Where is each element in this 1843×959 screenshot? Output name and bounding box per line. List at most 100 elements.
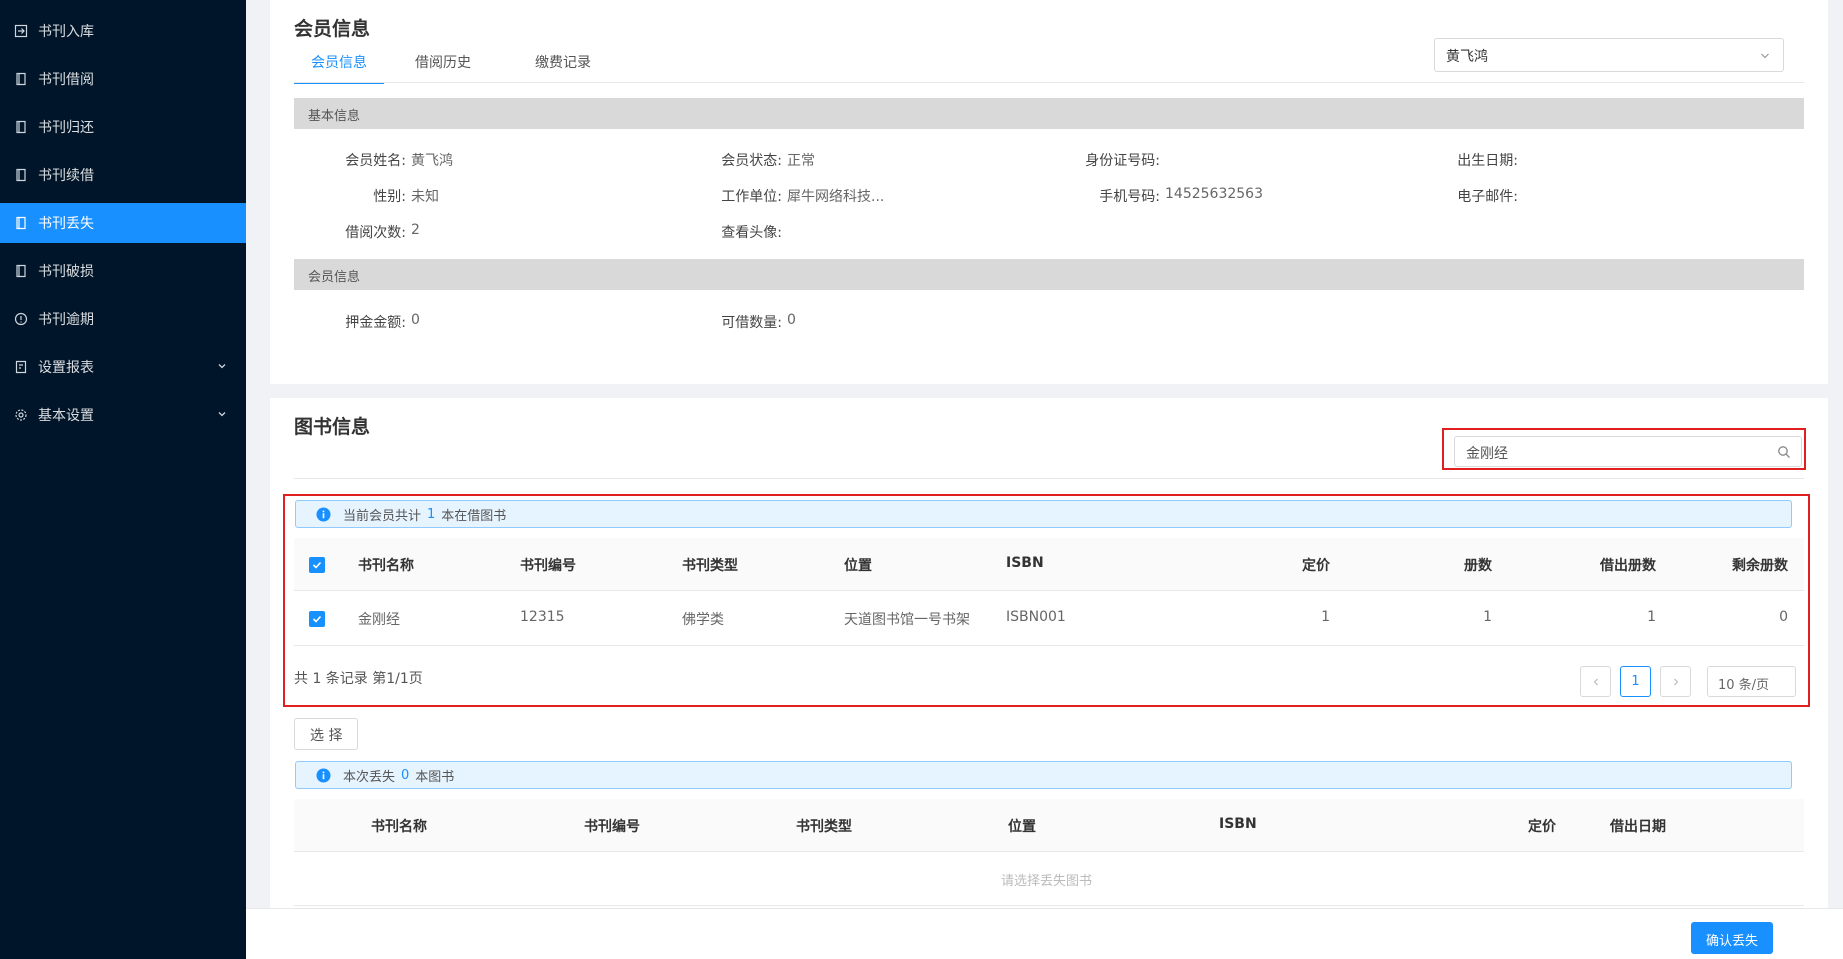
tab-borrow-history[interactable]: 借阅历史 (398, 48, 488, 84)
lost-col-book-type: 书刊类型 (796, 819, 852, 835)
alert-suffix: 本在借图书 (441, 508, 507, 524)
lost-col-location: 位置 (1008, 819, 1036, 835)
page-1-button[interactable]: 1 (1620, 666, 1651, 697)
phone-label: 手机号码: (1099, 189, 1160, 205)
basic-info-bar: 基本信息 (294, 98, 1804, 129)
borrow-count-label: 借阅次数: (345, 225, 406, 241)
sidebar-item-book-stockin[interactable]: 书刊入库 (0, 11, 246, 51)
member-info-panel: 会员信息 会员信息 借阅历史 缴费记录 黄飞鸿 基本信息 会员姓名: 黄飞鸿 会… (270, 0, 1828, 384)
lost-count-alert: 本次丢失 0 本图书 (295, 761, 1792, 789)
lost-col-book-number: 书刊编号 (584, 819, 640, 835)
book-icon (14, 168, 28, 182)
cell-book-number: 12315 (520, 609, 565, 625)
avatar-label: 查看头像: (721, 225, 782, 241)
col-remaining-copies: 剩余册数 (1732, 558, 1788, 574)
book-info-panel: 图书信息 金刚经 当前会员共计 1 本在借图书 书刊名称 书刊编号 书刊类型 位… (270, 398, 1828, 908)
sidebar-item-label: 书刊逾期 (38, 312, 94, 328)
info-circle-icon (14, 312, 28, 326)
sidebar-item-book-borrow[interactable]: 书刊借阅 (0, 59, 246, 99)
book-icon (14, 264, 28, 278)
gender-value: 未知 (411, 189, 439, 205)
search-icon[interactable] (1777, 445, 1791, 459)
cell-lent-copies: 1 (1647, 609, 1656, 625)
book-search-value: 金刚经 (1466, 446, 1508, 462)
idcard-label: 身份证号码: (1085, 153, 1160, 169)
cell-remaining-copies: 0 (1779, 609, 1788, 625)
email-label: 电子邮件: (1457, 189, 1518, 205)
sidebar-item-label: 书刊破损 (38, 264, 94, 280)
sidebar-item-book-return[interactable]: 书刊归还 (0, 107, 246, 147)
next-page-button[interactable] (1660, 666, 1691, 697)
book-icon (14, 72, 28, 86)
sidebar-item-basic-settings[interactable]: 基本设置 (0, 395, 246, 435)
member-status-label: 会员状态: (721, 153, 782, 169)
col-isbn: ISBN (1006, 555, 1044, 571)
lost-col-isbn: ISBN (1219, 816, 1257, 832)
cell-isbn: ISBN001 (1006, 609, 1066, 625)
info-icon (316, 507, 331, 521)
chevron-left-icon (1593, 678, 1598, 685)
borrowed-count-alert: 当前会员共计 1 本在借图书 (295, 500, 1792, 528)
lost-alert-count: 0 (401, 767, 410, 783)
sidebar-item-book-lost[interactable]: 书刊丢失 (0, 203, 246, 243)
work-unit-value: 犀牛网络科技... (787, 189, 885, 205)
book-search-input[interactable]: 金刚经 (1454, 436, 1802, 467)
work-unit-label: 工作单位: (721, 189, 782, 205)
book-icon (14, 120, 28, 134)
birth-date-label: 出生日期: (1457, 153, 1518, 169)
col-book-number: 书刊编号 (520, 558, 576, 574)
sidebar-item-label: 书刊借阅 (38, 72, 94, 88)
chevron-down-icon (218, 412, 226, 417)
sidebar-item-label: 书刊归还 (38, 120, 94, 136)
cell-price: 1 (1321, 609, 1330, 625)
lost-alert-prefix: 本次丢失 (343, 769, 396, 785)
member-select[interactable]: 黄飞鸿 (1434, 38, 1784, 72)
book-divider (294, 478, 1804, 479)
tab-payment-records[interactable]: 缴费记录 (518, 48, 608, 84)
report-icon (14, 360, 28, 374)
sidebar-item-book-damage[interactable]: 书刊破损 (0, 251, 246, 291)
deposit-label: 押金金额: (345, 315, 406, 331)
table-summary: 共 1 条记录 第1/1页 (294, 671, 423, 687)
select-all-checkbox[interactable] (309, 557, 325, 573)
sidebar-item-label: 设置报表 (38, 360, 94, 376)
sidebar-item-label: 书刊续借 (38, 168, 94, 184)
cell-book-type: 佛学类 (682, 612, 724, 628)
member-name-value: 黄飞鸿 (411, 153, 453, 169)
member-name-label: 会员姓名: (345, 153, 406, 169)
col-book-name: 书刊名称 (358, 558, 414, 574)
chevron-down-icon (218, 364, 226, 369)
member-section-title: 会员信息 (294, 18, 371, 40)
member-tabs: 会员信息 借阅历史 缴费记录 (294, 48, 608, 84)
page-size-select[interactable]: 10 条/页 (1707, 666, 1796, 697)
member-status-value: 正常 (787, 153, 815, 169)
login-icon (14, 24, 28, 38)
member-select-value: 黄飞鸿 (1446, 49, 1488, 65)
chevron-right-icon (1673, 678, 1678, 685)
phone-value: 14525632563 (1165, 186, 1263, 202)
row-divider (294, 645, 1804, 646)
sidebar-item-book-renew[interactable]: 书刊续借 (0, 155, 246, 195)
col-copies: 册数 (1464, 558, 1492, 574)
cell-copies: 1 (1483, 609, 1492, 625)
select-button[interactable]: 选 择 (294, 718, 359, 750)
sidebar-item-label: 书刊入库 (38, 24, 94, 40)
tab-member-info[interactable]: 会员信息 (294, 48, 384, 84)
col-book-type: 书刊类型 (682, 558, 738, 574)
borrow-count-value: 2 (411, 222, 420, 238)
member-info-bar: 会员信息 (294, 259, 1804, 290)
borrowable-label: 可借数量: (721, 315, 782, 331)
sidebar-item-book-overdue[interactable]: 书刊逾期 (0, 299, 246, 339)
book-icon (14, 216, 28, 230)
prev-page-button[interactable] (1580, 666, 1611, 697)
page-size-value: 10 条/页 (1718, 678, 1770, 693)
confirm-lost-button[interactable]: 确认丢失 (1691, 922, 1774, 954)
book-section-title: 图书信息 (294, 416, 371, 438)
chevron-down-icon (1761, 53, 1769, 59)
alert-count: 1 (427, 506, 436, 522)
lost-col-book-name: 书刊名称 (371, 819, 427, 835)
sidebar-item-report-settings[interactable]: 设置报表 (0, 347, 246, 387)
info-icon (316, 768, 331, 782)
borrowable-value: 0 (787, 312, 796, 328)
row-checkbox[interactable] (309, 611, 325, 627)
